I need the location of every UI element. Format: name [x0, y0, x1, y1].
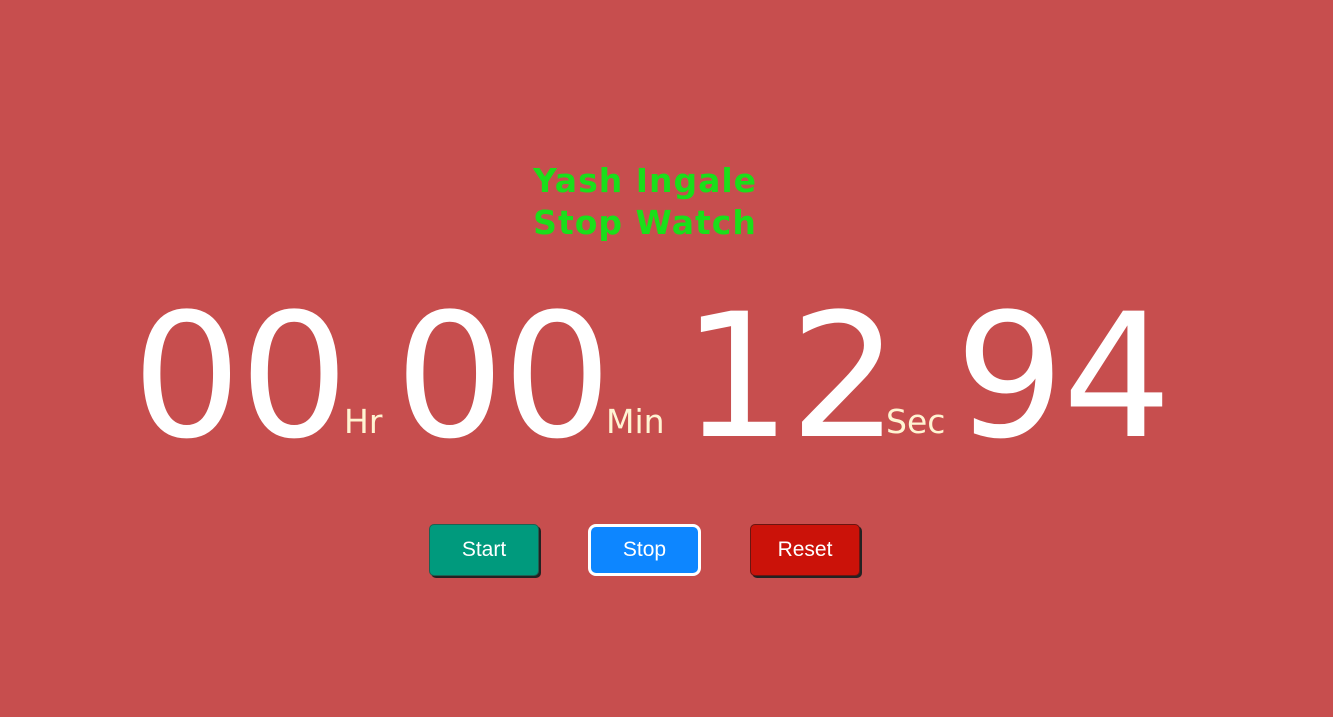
timer-display: 00 Hr 00 Min 12 Sec 94	[0, 276, 1333, 477]
minutes-unit: Min	[606, 402, 665, 441]
stopwatch-page: Yash Ingale Stop Watch 00 Hr 00 Min 12 S…	[0, 0, 1333, 717]
seconds-value: 12	[682, 276, 899, 477]
centiseconds-value: 94	[955, 276, 1172, 477]
page-title: Yash Ingale Stop Watch	[0, 160, 1290, 244]
title-app-name: Stop Watch	[533, 203, 757, 242]
seconds-unit: Sec	[886, 402, 946, 441]
hours-value: 00	[132, 276, 349, 477]
stop-button[interactable]: Stop	[588, 524, 701, 576]
minutes-value: 00	[395, 276, 612, 477]
title-author: Yash Ingale	[532, 161, 758, 200]
reset-button[interactable]: Reset	[750, 524, 860, 576]
start-button[interactable]: Start	[429, 524, 539, 576]
hours-unit: Hr	[344, 402, 383, 441]
